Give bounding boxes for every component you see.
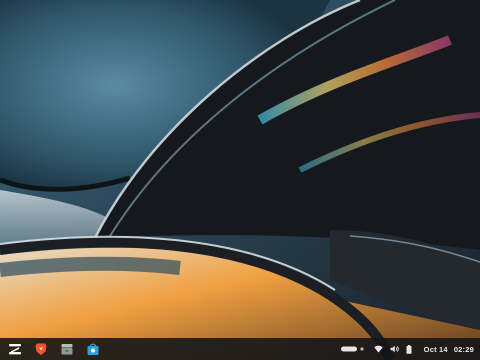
battery-indicator[interactable] bbox=[406, 344, 412, 354]
files-button[interactable] bbox=[58, 340, 76, 358]
clock[interactable]: Oct 14 02:29 bbox=[424, 345, 474, 354]
zorin-logo-icon bbox=[9, 344, 21, 355]
clock-date: Oct 14 bbox=[423, 344, 448, 354]
volume-icon bbox=[390, 345, 399, 353]
wifi-icon bbox=[373, 345, 383, 353]
zorin-menu-button[interactable] bbox=[6, 340, 24, 358]
volume-indicator[interactable] bbox=[390, 345, 399, 353]
power-indicator[interactable] bbox=[340, 346, 357, 352]
network-indicator[interactable] bbox=[373, 345, 383, 353]
software-store-button[interactable] bbox=[84, 340, 102, 358]
clock-time: 02:29 bbox=[453, 344, 474, 354]
taskbar: Oct 14 02:29 bbox=[0, 338, 480, 360]
file-cabinet-icon bbox=[61, 344, 73, 355]
brave-browser-button[interactable] bbox=[32, 340, 50, 358]
dot-icon bbox=[360, 347, 364, 351]
store-bag-icon bbox=[87, 343, 99, 355]
status-dot bbox=[360, 347, 364, 351]
battery-icon bbox=[406, 344, 412, 354]
desktop-wallpaper bbox=[0, 0, 480, 360]
battery-pill-icon bbox=[340, 346, 357, 352]
brave-lion-icon bbox=[35, 343, 47, 355]
system-tray: Oct 14 02:29 bbox=[334, 338, 474, 360]
